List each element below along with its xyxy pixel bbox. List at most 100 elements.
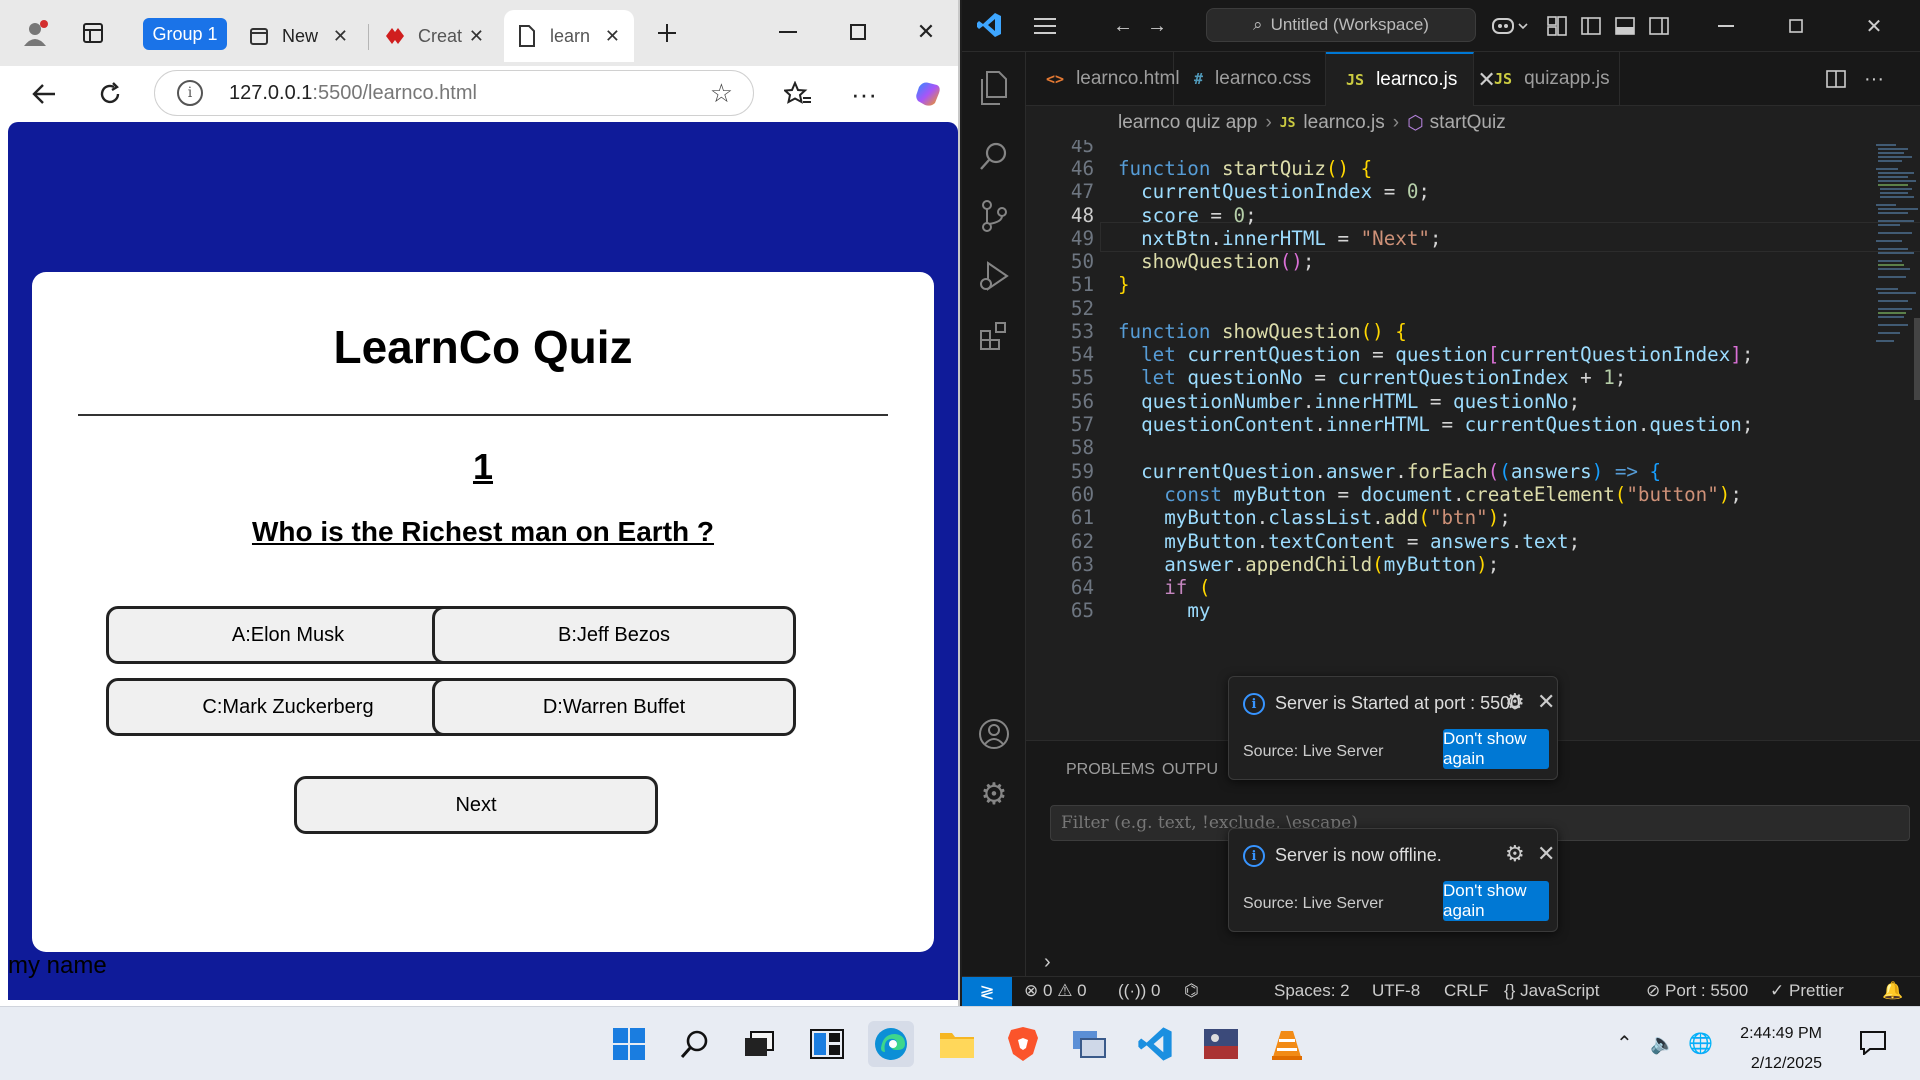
dont-show-again-button[interactable]: Don't show again — [1443, 881, 1549, 921]
globe-icon[interactable]: 🌐 — [1688, 1031, 1713, 1056]
favorite-star-icon[interactable]: ☆ — [710, 78, 733, 109]
customize-layout-icon[interactable] — [1542, 12, 1572, 40]
source-control-icon[interactable] — [970, 192, 1018, 240]
answer-button-c[interactable]: C:Mark Zuckerberg — [106, 678, 470, 736]
volume-icon[interactable]: 🔈 — [1650, 1031, 1675, 1056]
toggle-panel-icon[interactable] — [1610, 12, 1640, 40]
start-icon[interactable] — [606, 1021, 652, 1067]
search-icon[interactable] — [672, 1021, 718, 1067]
tab-create[interactable]: Creat ✕ — [372, 10, 498, 62]
new-tab-icon[interactable] — [646, 12, 688, 54]
explorer-icon[interactable] — [970, 64, 1018, 112]
indentation-status[interactable]: Spaces: 2 — [1274, 981, 1350, 1001]
close-icon[interactable]: ✕ — [1537, 841, 1555, 867]
breadcrumb-file[interactable]: learnco.js — [1303, 112, 1384, 134]
close-icon[interactable]: ✕ — [1537, 689, 1555, 715]
eol-status[interactable]: CRLF — [1444, 981, 1488, 1001]
clock[interactable]: 2:44:49 PM 2/12/2025 — [1720, 1019, 1822, 1079]
editor-scrollbar[interactable] — [1914, 318, 1920, 400]
info-icon: i — [1243, 845, 1265, 867]
command-center-search[interactable]: ⌕ Untitled (Workspace) — [1206, 8, 1476, 42]
url-path: :5500/learnco.html — [312, 81, 477, 104]
answer-button-a[interactable]: A:Elon Musk — [106, 606, 470, 664]
tab-learnco-css[interactable]: # learnco.css — [1174, 52, 1326, 106]
prettier-status[interactable]: ✓ Prettier — [1770, 981, 1844, 1001]
tab-quizapp-js[interactable]: JS quizapp.js — [1474, 52, 1620, 106]
nav-back-icon[interactable]: ← — [1108, 12, 1138, 40]
braces-icon: {} — [1504, 981, 1516, 1000]
site-info-icon[interactable]: i — [177, 80, 203, 106]
run-icon[interactable]: ⌬ — [1184, 981, 1199, 1001]
answer-button-d[interactable]: D:Warren Buffet — [432, 678, 796, 736]
copilot-menu-icon[interactable] — [1488, 12, 1532, 40]
tab-problems[interactable]: PROBLEMS — [1066, 761, 1155, 779]
minimize-icon[interactable] — [760, 10, 816, 54]
live-server-status[interactable]: ⊘ Port : 5500 — [1646, 981, 1748, 1001]
edge-icon[interactable] — [868, 1021, 914, 1067]
problems-status[interactable]: ⊗ 0 ⚠ 0 — [1024, 981, 1087, 1001]
next-button[interactable]: Next — [294, 776, 658, 834]
ports-status[interactable]: ((·)) 0 — [1118, 981, 1161, 1001]
close-window-icon[interactable]: ✕ — [898, 10, 954, 54]
chevron-right-icon[interactable]: › — [1044, 951, 1051, 974]
brave-icon[interactable] — [1000, 1021, 1046, 1067]
tab-label: learn — [550, 25, 591, 46]
breadcrumb-symbol[interactable]: startQuiz — [1430, 112, 1506, 134]
refresh-icon[interactable] — [88, 72, 132, 116]
network-app-icon[interactable] — [1066, 1021, 1112, 1067]
encoding-status[interactable]: UTF-8 — [1372, 981, 1420, 1001]
close-window-icon[interactable]: ✕ — [1854, 12, 1894, 40]
split-editor-icon[interactable] — [1820, 64, 1852, 94]
run-debug-icon[interactable] — [970, 252, 1018, 300]
breadcrumb-folder[interactable]: learnco quiz app — [1118, 112, 1257, 134]
language-status[interactable]: {} JavaScript — [1504, 981, 1599, 1001]
error-count: 0 — [1042, 981, 1053, 1000]
vscode-icon[interactable] — [1132, 1021, 1178, 1067]
tab-new[interactable]: New ✕ — [236, 10, 362, 62]
tab-learnco-html[interactable]: <> learnco.html — [1026, 52, 1180, 106]
menu-icon[interactable] — [1030, 12, 1060, 40]
tab-learnco-js[interactable]: JS learnco.js ✕ — [1326, 52, 1496, 106]
close-icon[interactable]: ✕ — [469, 26, 484, 47]
more-actions-icon[interactable]: ··· — [1858, 64, 1890, 94]
tab-learnco[interactable]: learn ✕ — [504, 10, 634, 62]
notification-center-icon[interactable] — [1860, 1031, 1886, 1061]
close-icon[interactable]: ✕ — [333, 26, 348, 47]
remote-indicator-icon[interactable]: ≷ — [962, 977, 1012, 1007]
gear-icon[interactable]: ⚙ — [1505, 689, 1525, 715]
profile-icon[interactable] — [14, 12, 56, 54]
tab-actions-icon[interactable] — [72, 12, 114, 54]
task-view-icon[interactable] — [736, 1021, 782, 1067]
widgets-icon[interactable] — [804, 1021, 850, 1067]
toggle-sidebar-icon[interactable] — [1576, 12, 1606, 40]
gear-icon[interactable]: ⚙ — [1505, 841, 1525, 867]
url-input[interactable]: i 127.0.0.1:5500/learnco.html ☆ — [154, 70, 754, 116]
maximize-icon[interactable] — [830, 10, 886, 54]
tab-group-chip[interactable]: Group 1 — [143, 18, 227, 50]
maximize-icon[interactable] — [1776, 12, 1816, 40]
copilot-icon[interactable] — [906, 72, 950, 116]
answer-button-b[interactable]: B:Jeff Bezos — [432, 606, 796, 664]
code-editor[interactable]: 45 46 47 48 49 50 51 52 53 54 55 56 57 5… — [1026, 140, 1872, 740]
photo-app-icon[interactable] — [1198, 1021, 1244, 1067]
chevron-up-icon[interactable]: ⌃ — [1616, 1031, 1633, 1056]
dont-show-again-button[interactable]: Don't show again — [1443, 729, 1549, 769]
file-explorer-icon[interactable] — [934, 1021, 980, 1067]
nav-forward-icon[interactable]: → — [1142, 12, 1172, 40]
notifications-bell-icon[interactable]: 🔔 — [1882, 981, 1903, 1001]
minimize-icon[interactable] — [1706, 12, 1746, 40]
back-icon[interactable] — [22, 72, 66, 116]
toggle-secondary-sidebar-icon[interactable] — [1644, 12, 1674, 40]
minimap[interactable] — [1872, 140, 1920, 740]
search-icon[interactable] — [970, 132, 1018, 180]
line-number: 48 — [1070, 204, 1094, 227]
tab-output[interactable]: OUTPU — [1162, 761, 1218, 779]
favorites-icon[interactable] — [776, 72, 820, 116]
vlc-icon[interactable] — [1264, 1021, 1310, 1067]
close-icon[interactable]: ✕ — [605, 26, 620, 47]
settings-gear-icon[interactable]: ⚙ — [970, 770, 1018, 818]
account-icon[interactable] — [970, 710, 1018, 758]
extensions-icon[interactable] — [970, 312, 1018, 360]
browser-tab-bar: Group 1 New ✕ Creat ✕ learn ✕ ✕ — [0, 0, 958, 66]
more-options-icon[interactable]: ··· — [842, 72, 886, 116]
